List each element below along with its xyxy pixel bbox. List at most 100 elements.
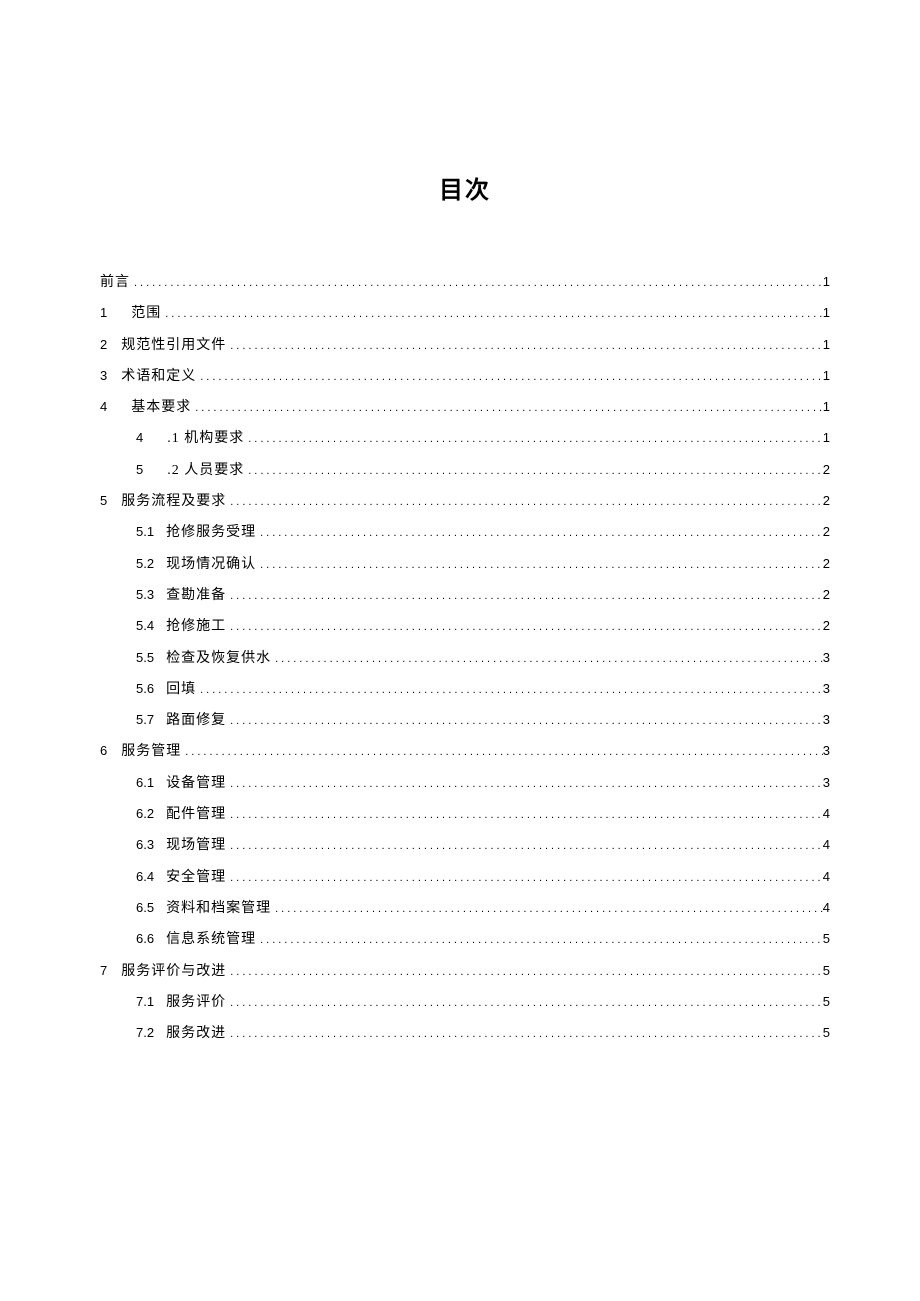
toc-entry-number: 6.1 [136,774,154,793]
document-page: 目次 前言11范围12规范性引用文件13术语和定义14基本要求14.1 机构要求… [0,0,920,1301]
toc-entry-number: 2 [100,336,107,355]
toc-leader-dots [226,620,823,636]
toc-entry-page: 5 [823,962,830,981]
toc-entry-page: 2 [823,492,830,511]
toc-leader-dots [226,777,823,793]
toc-entry-label: 规范性引用文件 [121,336,226,356]
toc-entry: 7.2 服务改进 5 [100,1024,830,1044]
toc-entry-page: 2 [823,586,830,605]
toc-entry-page: 4 [823,805,830,824]
toc-entry-label: 基本要求 [131,398,191,418]
toc-entry-number: 6 [100,742,107,761]
toc-entry-label: 服务改进 [166,1024,226,1044]
toc-leader-dots [271,652,823,668]
toc-entry-page: 2 [823,555,830,574]
toc-leader-dots [226,714,823,730]
toc-entry-number: 5.5 [136,649,154,668]
toc-entry: 前言 1 [100,273,830,293]
toc-entry: 6 服务管理 3 [100,742,830,762]
toc-leader-dots [196,683,823,699]
toc-entry-label: 查勘准备 [166,586,226,606]
toc-entry-page: 4 [823,899,830,918]
toc-entry-label: 信息系统管理 [166,930,256,950]
toc-entry-page: 1 [823,367,830,386]
toc-leader-dots [181,745,823,761]
toc-entry-label: 前言 [100,273,130,293]
toc-leader-dots [226,339,823,355]
toc-entry-page: 1 [823,336,830,355]
toc-entry-label: 服务评价与改进 [121,962,226,982]
toc-entry: 6.2配件管理4 [100,805,830,825]
toc-entry: 6.3 现场管理 4 [100,836,830,856]
toc-entry-number: 4 [136,429,143,448]
toc-entry: 2 规范性引用文件 1 [100,336,830,356]
toc-entry-number: 4 [100,398,107,417]
toc-leader-dots [226,839,823,855]
toc-entry: 5.5检查及恢复供水3 [100,649,830,669]
toc-entry-label: 现场情况确认 [166,555,256,575]
toc-entry-number: 7.2 [136,1024,154,1043]
toc-entry: 6.5 资料和档案管理 4 [100,899,830,919]
toc-leader-dots [226,808,823,824]
toc-entry-page: 3 [823,774,830,793]
toc-entry-label: 抢修服务受理 [166,523,256,543]
toc-entry-page: 1 [823,304,830,323]
toc-entry: 5.3查勘准备2 [100,586,830,606]
toc-leader-dots [271,902,823,918]
toc-entry-label: 路面修复 [166,711,226,731]
toc-leader-dots [226,589,823,605]
toc-entry-page: 1 [823,273,830,292]
toc-leader-dots [196,370,823,386]
toc-entry-number: 5.1 [136,523,154,542]
toc-entry-label: 抢修施工 [166,617,226,637]
toc-entry-number: 5.2 [136,555,154,574]
toc-leader-dots [244,464,823,480]
toc-list: 前言11范围12规范性引用文件13术语和定义14基本要求14.1 机构要求15.… [100,273,830,1044]
toc-leader-dots [226,871,823,887]
toc-leader-dots [191,401,823,417]
toc-leader-dots [226,996,823,1012]
toc-entry-label: 服务管理 [121,742,181,762]
toc-entry-number: 5.6 [136,680,154,699]
toc-entry: 5.1抢修服务受理2 [100,523,830,543]
toc-entry-page: 3 [823,742,830,761]
toc-entry-number: 5.7 [136,711,154,730]
toc-entry-number: 5 [100,492,107,511]
toc-entry: 5 服务流程及要求 2 [100,492,830,512]
toc-entry: 5.6 回填 3 [100,680,830,700]
toc-entry: 6.4安全管理4 [100,868,830,888]
toc-leader-dots [256,558,823,574]
toc-entry-page: 4 [823,868,830,887]
toc-entry-page: 3 [823,680,830,699]
toc-entry-page: 1 [823,398,830,417]
toc-entry-label: 资料和档案管理 [166,899,271,919]
toc-entry: 4 基本要求 1 [100,398,830,418]
toc-entry: 7 服务评价与改进 5 [100,962,830,982]
toc-entry-number: 6.3 [136,836,154,855]
toc-entry-label: 现场管理 [166,836,226,856]
toc-entry-label: 配件管理 [166,805,226,825]
toc-entry-label: .2 人员要求 [167,461,244,481]
toc-entry-page: 2 [823,461,830,480]
toc-entry-page: 5 [823,1024,830,1043]
toc-leader-dots [244,432,823,448]
toc-entry: 5.4抢修施工2 [100,617,830,637]
toc-entry: 5.2 人员要求2 [100,461,830,481]
toc-entry-label: 服务流程及要求 [121,492,226,512]
toc-entry-number: 6.6 [136,930,154,949]
toc-leader-dots [226,495,823,511]
toc-entry-label: 服务评价 [166,993,226,1013]
toc-entry-page: 1 [823,429,830,448]
toc-entry-label: 术语和定义 [121,367,196,387]
toc-entry-number: 7 [100,962,107,981]
toc-entry-number: 6.4 [136,868,154,887]
toc-entry-number: 7.1 [136,993,154,1012]
toc-leader-dots [256,933,823,949]
toc-entry-number: 6.5 [136,899,154,918]
toc-entry-page: 4 [823,836,830,855]
toc-entry-label: 回填 [166,680,196,700]
toc-entry: 5.2 现场情况确认 2 [100,555,830,575]
toc-entry: 7.1服务评价5 [100,993,830,1013]
toc-entry-page: 3 [823,649,830,668]
toc-entry: 3术语和定义1 [100,367,830,387]
